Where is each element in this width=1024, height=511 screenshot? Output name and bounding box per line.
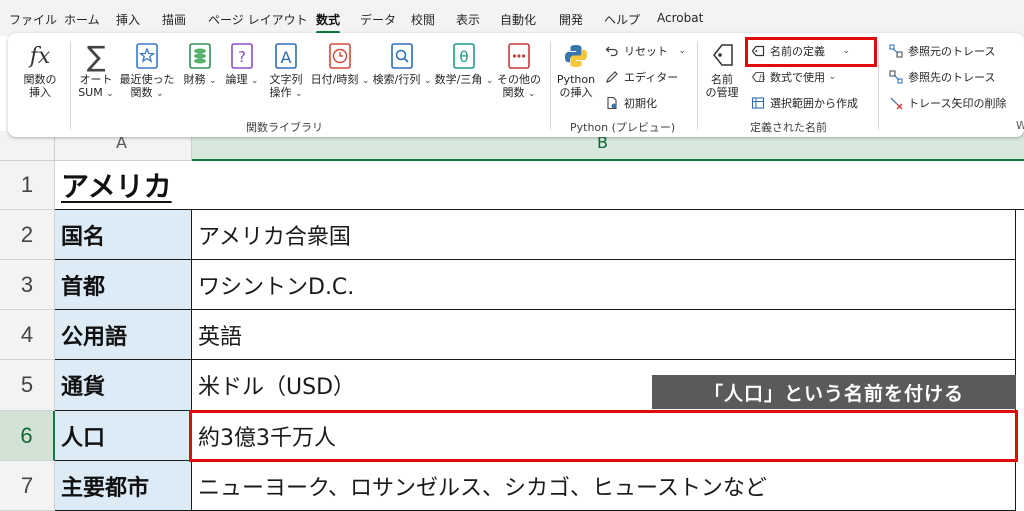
trace-precedents-button[interactable]: 参照元のトレース [888, 41, 995, 61]
separator [878, 41, 879, 129]
tab-file[interactable]: ファイル [9, 11, 57, 28]
tab-formulas[interactable]: 数式 [316, 11, 341, 34]
label-cell-currency[interactable]: 通貨 [55, 360, 192, 411]
row-header-3[interactable]: 3 [0, 260, 55, 310]
svg-text:fx: fx [758, 74, 765, 82]
trace-dependents-button[interactable]: 参照先のトレース [888, 67, 995, 87]
tab-developer[interactable]: 開発 [559, 11, 583, 28]
clock-icon [328, 39, 352, 73]
sigma-icon: ∑ [86, 39, 106, 73]
label-cell-country[interactable]: 国名 [55, 210, 192, 260]
star-book-icon [135, 39, 159, 73]
formula-tag-icon: fx [750, 69, 766, 85]
label-cell-language[interactable]: 公用語 [55, 310, 192, 360]
remove-arrows-icon [888, 95, 904, 111]
auditing-group-label-cut: W [1016, 119, 1024, 132]
tab-view[interactable]: 表示 [456, 11, 480, 28]
function-icon: fx [29, 43, 51, 69]
separator [697, 41, 698, 129]
population-cell-highlight [189, 410, 1018, 462]
recently-used-button[interactable]: 最近使った 関数 ⌄ [118, 39, 176, 101]
annotation-caption: 「人口」という名前を付ける [652, 375, 1016, 409]
math-trig-button[interactable]: θ 数学/三角 ⌄ [434, 39, 494, 88]
tab-acrobat[interactable]: Acrobat [657, 11, 703, 25]
value-cell-cities[interactable]: ニューヨーク、ロサンゼルス、シカゴ、ヒューストンなど [192, 461, 1016, 511]
tab-automate[interactable]: 自動化 [500, 11, 536, 28]
autosum-button[interactable]: ∑ オート SUM ⌄ [74, 39, 118, 101]
function-library-group-label: 関数ライブラリ [246, 121, 323, 134]
value-cell-capital[interactable]: ワシントンD.C. [192, 260, 1016, 310]
theta-icon: θ [452, 39, 476, 73]
defined-names-group-label: 定義された名前 [750, 121, 827, 134]
question-icon: ? [230, 39, 254, 73]
tab-home[interactable]: ホーム [64, 11, 100, 28]
svg-text:θ: θ [459, 48, 468, 66]
name-manager-button[interactable]: 名前 の管理 [702, 39, 742, 99]
remove-arrows-button[interactable]: トレース矢印の削除 [888, 93, 1006, 113]
formulas-ribbon: fx 関数の 挿入 ∑ オート SUM ⌄ 最近使った 関数 ⌄ 財務 ⌄ ? … [8, 33, 1024, 137]
python-initialize-button[interactable]: 初期化 [604, 93, 657, 113]
document-icon [604, 95, 620, 111]
financial-button[interactable]: 財務 ⌄ [180, 39, 220, 88]
text-functions-button[interactable]: A 文字列 操作 ⌄ [264, 39, 308, 101]
separator [70, 41, 71, 129]
grid-selection-icon [750, 95, 766, 111]
svg-text:?: ? [238, 48, 246, 66]
value-cell-language[interactable]: 英語 [192, 310, 1016, 360]
text-a-icon: A [274, 39, 298, 73]
tab-draw[interactable]: 描画 [162, 11, 186, 28]
trace-precedents-icon [888, 43, 904, 59]
more-functions-button[interactable]: その他の 関数 ⌄ [494, 39, 544, 101]
tab-page-layout[interactable]: ページ レイアウト [208, 11, 308, 28]
lookup-reference-button[interactable]: 検索/行列 ⌄ [372, 39, 432, 88]
tab-data[interactable]: データ [360, 11, 396, 28]
svg-text:A: A [281, 48, 292, 67]
ribbon-tab-bar: ファイル ホーム 挿入 描画 ページ レイアウト 数式 データ 校閲 表示 自動… [0, 0, 1024, 36]
python-editor-button[interactable]: エディター [604, 67, 678, 87]
value-cell-country[interactable]: アメリカ合衆国 [192, 210, 1016, 260]
insert-python-button[interactable]: Python の挿入 [554, 39, 598, 99]
coins-icon [188, 39, 212, 73]
magnifier-icon [390, 39, 414, 73]
row-header-7[interactable]: 7 [0, 461, 55, 511]
tab-help[interactable]: ヘルプ [604, 11, 640, 28]
label-cell-cities[interactable]: 主要都市 [55, 461, 192, 511]
logical-button[interactable]: ? 論理 ⌄ [222, 39, 262, 88]
python-group-label: Python (プレビュー) [570, 121, 676, 134]
more-dots-icon [507, 39, 531, 73]
row-header-4[interactable]: 4 [0, 310, 55, 360]
python-icon [563, 39, 589, 73]
undo-icon [604, 43, 620, 59]
tab-review[interactable]: 校閲 [411, 11, 435, 28]
tab-insert[interactable]: 挿入 [116, 11, 140, 28]
tag-icon [708, 39, 736, 73]
python-reset-button[interactable]: リセット ⌄ [604, 41, 686, 61]
row-header-5[interactable]: 5 [0, 360, 55, 411]
label-cell-capital[interactable]: 首都 [55, 260, 192, 310]
date-time-button[interactable]: 日付/時刻 ⌄ [310, 39, 370, 88]
create-from-selection-button[interactable]: 選択範囲から作成 [750, 93, 858, 113]
trace-dependents-icon [888, 69, 904, 85]
title-cell[interactable]: アメリカ [55, 161, 1024, 209]
sheet-title: アメリカ [61, 170, 172, 203]
label-cell-population[interactable]: 人口 [55, 411, 192, 461]
pencil-icon [604, 69, 620, 85]
row-header-1[interactable]: 1 [0, 161, 55, 210]
define-name-highlight [745, 37, 877, 67]
separator [550, 41, 551, 129]
insert-function-button[interactable]: fx 関数の 挿入 [16, 39, 64, 100]
use-in-formula-button[interactable]: fx 数式で使用 ⌄ [750, 67, 836, 87]
row-header-6[interactable]: 6 [0, 411, 55, 461]
row-header-2[interactable]: 2 [0, 210, 55, 260]
